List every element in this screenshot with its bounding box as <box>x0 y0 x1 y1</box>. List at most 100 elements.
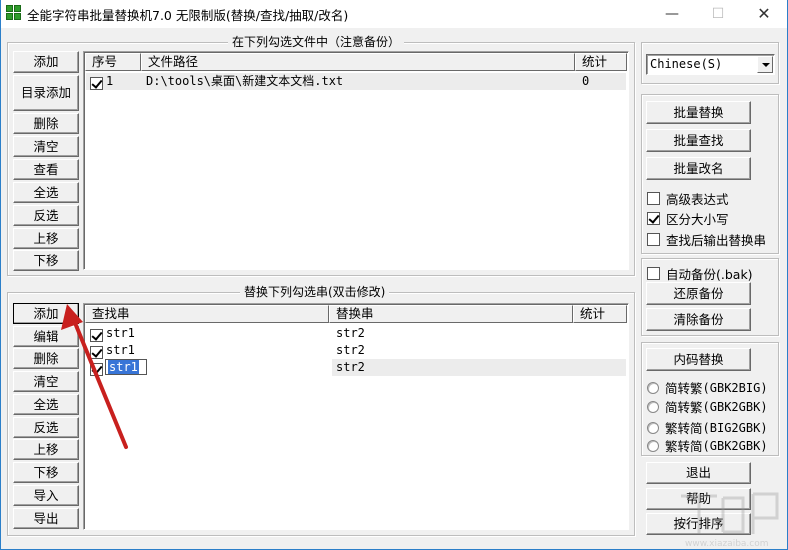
radio-button[interactable] <box>647 381 659 394</box>
button-label: 全选 <box>33 397 59 412</box>
file-row[interactable]: 1 D:\tools\桌面\新建文本文档.txt 0 <box>86 73 626 90</box>
advanced-expression-checkbox[interactable] <box>647 192 660 205</box>
move-string-up-button[interactable]: 上移 <box>13 439 79 460</box>
button-label: 删除 <box>33 116 59 131</box>
column-count[interactable]: 统计 <box>573 305 627 323</box>
batch-rename-button[interactable]: 批量改名 <box>646 157 751 180</box>
strings-list[interactable]: 查找串 替换串 统计 str1 str2 str1 str2 str1 str2 <box>83 303 629 530</box>
radio-big2gbk[interactable]: 繁转简 (BIG2GBK) <box>647 418 768 437</box>
output-replace-checkbox[interactable] <box>647 233 660 246</box>
replace-string: str2 <box>332 359 626 376</box>
files-group-title: 在下列勾选文件中（注意备份） <box>228 35 405 49</box>
button-label: 反选 <box>33 420 59 435</box>
column-find[interactable]: 查找串 <box>85 305 329 323</box>
strings-list-header: 查找串 替换串 统计 <box>85 305 627 323</box>
title-bar: 全能字符串批量替换机7.0 无限制版(替换/查找/抽取/改名) — ☐ ✕ <box>1 0 787 28</box>
button-label: 编辑 <box>33 329 59 344</box>
radio-gbk2gbk-trad[interactable]: 简转繁 (GBK2GBK) <box>647 397 768 416</box>
replace-string: str2 <box>336 326 365 340</box>
help-button[interactable]: 帮助 <box>646 488 751 510</box>
move-file-down-button[interactable]: 下移 <box>13 250 79 271</box>
files-list-header: 序号 文件路径 统计 <box>85 53 627 71</box>
watermark-text: www.xiazaiba.com <box>685 539 769 549</box>
restore-backup-button[interactable]: 还原备份 <box>646 282 751 305</box>
option-label: 自动备份(.bak) <box>666 267 753 282</box>
column-path[interactable]: 文件路径 <box>141 53 575 71</box>
find-string: str1 <box>106 326 135 340</box>
move-string-down-button[interactable]: 下移 <box>13 462 79 483</box>
delete-file-button[interactable]: 删除 <box>13 113 79 134</box>
radio-button[interactable] <box>647 400 659 413</box>
radio-gbk2big[interactable]: 简转繁 (GBK2BIG) <box>647 378 768 397</box>
chevron-down-icon[interactable] <box>757 56 773 73</box>
radio-code: (GBK2BIG) <box>702 380 768 395</box>
string-row[interactable]: str1 str2 <box>86 342 626 359</box>
file-checkbox[interactable] <box>90 77 103 90</box>
radio-gbk2gbk-simp[interactable]: 繁转简 (GBK2GBK) <box>647 436 768 455</box>
select-all-files-button[interactable]: 全选 <box>13 182 79 203</box>
column-replace[interactable]: 替换串 <box>329 305 573 323</box>
import-button[interactable]: 导入 <box>13 485 79 506</box>
button-label: 清除备份 <box>673 312 724 327</box>
button-label: 批量查找 <box>673 133 724 148</box>
string-row[interactable]: str1 str2 <box>86 325 626 342</box>
language-value: Chinese(S) <box>650 57 723 71</box>
radio-button[interactable] <box>647 421 659 434</box>
export-button[interactable]: 导出 <box>13 508 79 529</box>
app-logo-icon <box>6 5 22 21</box>
case-sensitive-option[interactable]: 区分大小写 <box>647 209 729 228</box>
button-label: 内码替换 <box>673 352 724 367</box>
button-label: 上移 <box>33 231 59 246</box>
batch-find-button[interactable]: 批量查找 <box>646 129 751 152</box>
radio-label: 简转繁 <box>665 381 703 396</box>
radio-button[interactable] <box>647 439 659 452</box>
button-label: 清空 <box>33 139 59 154</box>
edit-string-button[interactable]: 编辑 <box>13 326 79 347</box>
invert-files-button[interactable]: 反选 <box>13 205 79 226</box>
encoding-replace-button[interactable]: 内码替换 <box>646 348 751 371</box>
option-label: 高级表达式 <box>666 192 729 207</box>
column-index[interactable]: 序号 <box>85 53 141 71</box>
clear-backup-button[interactable]: 清除备份 <box>646 308 751 331</box>
add-string-button[interactable]: 添加 <box>13 303 79 324</box>
close-button[interactable]: ✕ <box>741 0 787 28</box>
maximize-button[interactable]: ☐ <box>695 0 741 28</box>
case-sensitive-checkbox[interactable] <box>647 212 660 225</box>
sort-lines-button[interactable]: 按行排序 <box>646 513 751 535</box>
add-file-button[interactable]: 添加 <box>13 51 79 73</box>
string-checkbox[interactable] <box>90 346 103 359</box>
string-row-editing[interactable]: str1 str2 <box>86 359 626 376</box>
add-directory-button[interactable]: 目录添加 <box>13 75 79 111</box>
string-checkbox[interactable] <box>90 363 103 376</box>
select-all-strings-button[interactable]: 全选 <box>13 394 79 415</box>
auto-backup-checkbox[interactable] <box>647 267 660 280</box>
button-label: 退出 <box>685 465 711 480</box>
radio-label: 简转繁 <box>665 400 703 415</box>
delete-string-button[interactable]: 删除 <box>13 348 79 369</box>
advanced-expression-option[interactable]: 高级表达式 <box>647 189 729 208</box>
string-checkbox[interactable] <box>90 329 103 342</box>
invert-strings-button[interactable]: 反选 <box>13 417 79 438</box>
view-file-button[interactable]: 查看 <box>13 159 79 180</box>
button-label: 下移 <box>33 253 59 268</box>
option-label: 区分大小写 <box>666 212 729 227</box>
minimize-button[interactable]: — <box>649 0 695 28</box>
output-replace-option[interactable]: 查找后输出替换串 <box>647 230 766 249</box>
find-string-edit-field[interactable]: str1 <box>105 359 147 375</box>
find-string: str1 <box>106 343 135 357</box>
files-list[interactable]: 序号 文件路径 统计 1 D:\tools\桌面\新建文本文档.txt 0 <box>83 51 629 270</box>
language-select[interactable]: Chinese(S) <box>646 54 775 75</box>
auto-backup-option[interactable]: 自动备份(.bak) <box>647 264 753 283</box>
button-label: 导入 <box>33 488 59 503</box>
radio-label: 繁转简 <box>665 439 703 454</box>
column-count[interactable]: 统计 <box>575 53 627 71</box>
app-window: 全能字符串批量替换机7.0 无限制版(替换/查找/抽取/改名) — ☐ ✕ 在下… <box>0 0 788 550</box>
move-file-up-button[interactable]: 上移 <box>13 228 79 249</box>
replace-group-title: 替换下列勾选串(双击修改) <box>240 285 390 299</box>
clear-files-button[interactable]: 清空 <box>13 136 79 157</box>
batch-replace-button[interactable]: 批量替换 <box>646 101 751 124</box>
option-label: 查找后输出替换串 <box>666 233 767 248</box>
clear-strings-button[interactable]: 清空 <box>13 371 79 392</box>
exit-button[interactable]: 退出 <box>646 462 751 484</box>
button-label: 还原备份 <box>673 286 724 301</box>
